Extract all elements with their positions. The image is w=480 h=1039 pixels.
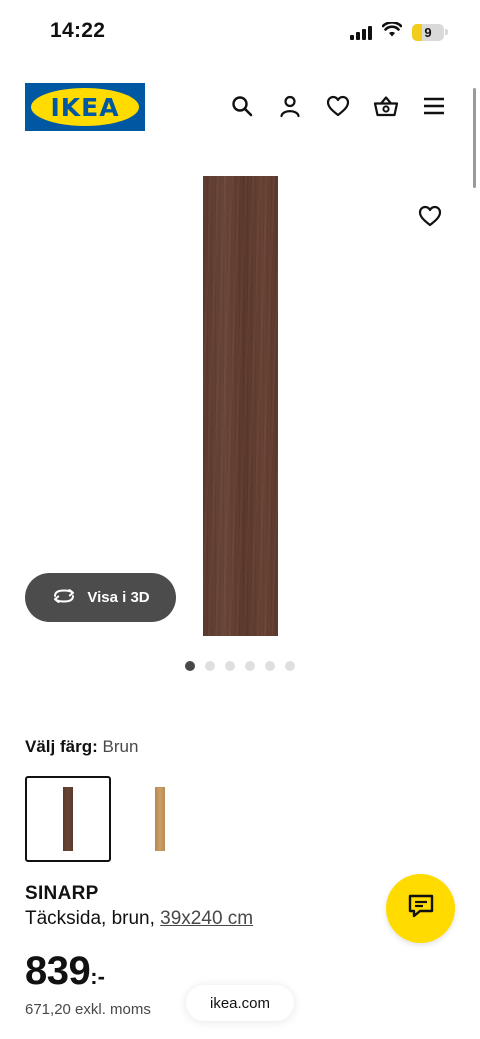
ikea-logo[interactable]: IKEA <box>25 83 145 131</box>
color-label-title: Välj färg: <box>25 737 98 756</box>
battery-icon: 9 <box>412 23 444 41</box>
color-picker-label: Välj färg: Brun <box>25 737 138 757</box>
status-time: 14:22 <box>50 19 106 42</box>
heart-icon[interactable] <box>324 92 352 120</box>
pagination-dot[interactable] <box>285 661 295 671</box>
add-to-favourites-heart-icon[interactable] <box>416 202 444 230</box>
color-swatch-brun[interactable] <box>25 776 111 862</box>
menu-icon[interactable] <box>420 92 448 120</box>
status-bar: 14:22 9 <box>0 0 480 62</box>
price-value: 839 <box>25 949 91 993</box>
cellular-signal-icon <box>350 25 372 40</box>
search-icon[interactable] <box>228 92 256 120</box>
price-ex-vat: 671,20 exkl. moms <box>25 1001 151 1018</box>
color-swatch-ek[interactable] <box>117 776 203 862</box>
logo-text: IKEA <box>50 92 120 122</box>
product-price: 839 :- <box>25 949 105 994</box>
swatch-preview <box>155 787 165 851</box>
chat-icon <box>407 893 435 924</box>
view-in-3d-label: Visa i 3D <box>87 589 150 606</box>
battery-level: 9 <box>424 24 432 40</box>
pagination-dot[interactable] <box>205 661 215 671</box>
product-size-link[interactable]: 39x240 cm <box>160 908 253 929</box>
header-nav <box>228 92 448 120</box>
status-indicators: 9 <box>350 21 448 42</box>
product-image[interactable] <box>203 176 278 636</box>
gallery-pagination <box>0 661 480 671</box>
account-icon[interactable] <box>276 92 304 120</box>
swatch-preview <box>63 787 73 851</box>
product-type: Täcksida, brun, <box>25 908 161 929</box>
basket-icon[interactable] <box>372 92 400 120</box>
rotate-3d-icon <box>51 587 77 609</box>
customer-chat-button[interactable] <box>386 874 455 943</box>
battery: 9 <box>412 23 448 41</box>
color-swatches <box>25 776 203 862</box>
pagination-dot[interactable] <box>265 661 275 671</box>
pagination-dot[interactable] <box>225 661 235 671</box>
site-header: IKEA <box>0 80 480 136</box>
product-page: 14:22 9 IKEA Visa i 3D Välj färg: Brun S… <box>0 0 480 1039</box>
product-name: SINARP <box>25 883 99 904</box>
product-gallery[interactable]: Visa i 3D <box>0 150 480 650</box>
product-description: Täcksida, brun, 39x240 cm <box>25 908 253 930</box>
pagination-dot[interactable] <box>245 661 255 671</box>
pagination-dot[interactable] <box>185 661 195 671</box>
browser-url-pill[interactable]: ikea.com <box>186 985 294 1021</box>
view-in-3d-button[interactable]: Visa i 3D <box>25 573 176 622</box>
selected-color-value: Brun <box>102 737 139 756</box>
price-suffix: :- <box>90 964 105 989</box>
wifi-icon <box>381 21 403 42</box>
